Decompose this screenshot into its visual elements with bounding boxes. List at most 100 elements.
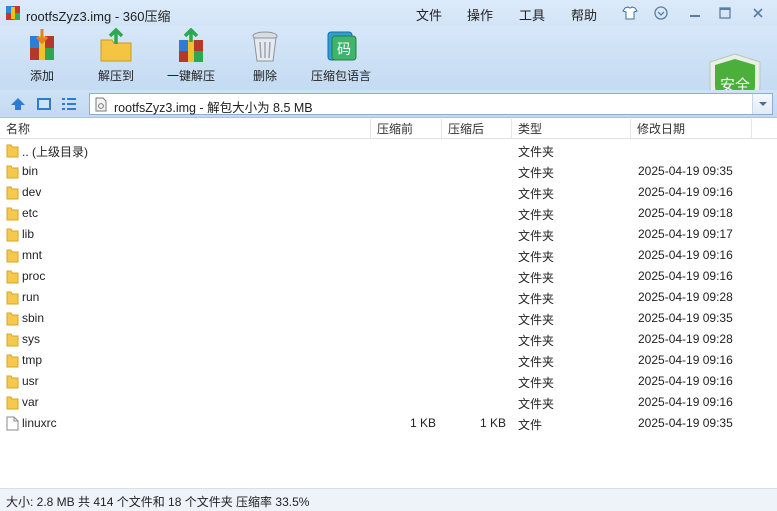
list-view-icon[interactable] bbox=[61, 96, 77, 112]
file-name: run bbox=[22, 290, 40, 304]
file-list: .. (上级目录) 文件夹 bin 文件夹 2025-04-19 09:35 dev 文件夹… bbox=[0, 140, 777, 488]
minimize-icon[interactable] bbox=[686, 4, 704, 22]
file-type: 文件 bbox=[518, 418, 543, 432]
file-name: proc bbox=[22, 269, 46, 283]
file-name: linuxrc bbox=[22, 416, 57, 430]
thumbnail-view-icon[interactable] bbox=[36, 96, 52, 112]
file-size-after: 1 KB bbox=[479, 416, 506, 430]
close-icon[interactable] bbox=[749, 4, 767, 22]
folder-icon bbox=[6, 333, 19, 347]
file-name: usr bbox=[22, 374, 39, 388]
file-modified: 2025-04-19 09:16 bbox=[638, 353, 733, 367]
file-type: 文件夹 bbox=[518, 292, 555, 306]
file-name: dev bbox=[22, 185, 42, 199]
table-row[interactable]: usr 文件夹 2025-04-19 09:16 bbox=[0, 371, 777, 392]
add-label: 添加 bbox=[29, 69, 54, 83]
file-type: 文件夹 bbox=[518, 397, 555, 411]
up-arrow-icon[interactable] bbox=[10, 96, 26, 112]
column-header: 名称 压缩前 压缩后 类型 修改日期 bbox=[0, 119, 777, 139]
one-click-extract-label: 一键解压 bbox=[166, 69, 215, 83]
add-button[interactable]: 添加 bbox=[14, 28, 70, 88]
archive-language-icon: 码 bbox=[327, 31, 357, 61]
table-row[interactable]: linuxrc 1 KB 1 KB 文件 2025-04-19 09:35 bbox=[0, 413, 777, 434]
table-row[interactable]: dev 文件夹 2025-04-19 09:16 bbox=[0, 182, 777, 203]
column-size-before[interactable]: 压缩前 bbox=[371, 119, 442, 139]
file-name: tmp bbox=[22, 353, 43, 367]
extract-to-label: 解压到 bbox=[97, 69, 134, 83]
status-text: 大小: 2.8 MB 共 414 个文件和 18 个文件夹 压缩率 33.5% bbox=[6, 495, 310, 509]
table-row[interactable]: var 文件夹 2025-04-19 09:16 bbox=[0, 392, 777, 413]
column-name[interactable]: 名称 bbox=[0, 119, 371, 139]
archive-file-icon bbox=[95, 97, 107, 112]
table-row[interactable]: bin 文件夹 2025-04-19 09:35 bbox=[0, 161, 777, 182]
file-type: 文件夹 bbox=[518, 334, 555, 348]
window-title: rootfsZyz3.img - 360压缩 bbox=[26, 9, 171, 24]
skin-icon[interactable] bbox=[621, 4, 639, 22]
menu-file[interactable]: 文件 bbox=[416, 5, 442, 24]
table-row[interactable]: mnt 文件夹 2025-04-19 09:16 bbox=[0, 245, 777, 266]
maximize-icon[interactable] bbox=[716, 4, 734, 22]
file-modified: 2025-04-19 09:28 bbox=[638, 290, 733, 304]
column-modified[interactable]: 修改日期 bbox=[631, 119, 752, 139]
toolbar: 添加 解压到 一键解压 删除 码 压缩包语言 安全 bbox=[0, 26, 777, 115]
file-type: 文件夹 bbox=[518, 208, 555, 222]
menu-operations[interactable]: 操作 bbox=[467, 5, 493, 24]
table-row[interactable]: lib 文件夹 2025-04-19 09:17 bbox=[0, 224, 777, 245]
folder-icon bbox=[6, 312, 19, 326]
delete-button[interactable]: 删除 bbox=[240, 28, 290, 88]
file-modified: 2025-04-19 09:28 bbox=[638, 332, 733, 346]
file-type: 文件夹 bbox=[518, 250, 555, 264]
file-modified: 2025-04-19 09:18 bbox=[638, 206, 733, 220]
table-row[interactable]: sys 文件夹 2025-04-19 09:28 bbox=[0, 329, 777, 350]
file-type: 文件夹 bbox=[518, 271, 555, 285]
file-type: 文件夹 bbox=[518, 376, 555, 390]
menu-help[interactable]: 帮助 bbox=[571, 5, 597, 24]
file-name: etc bbox=[22, 206, 39, 220]
menu-tools[interactable]: 工具 bbox=[519, 5, 545, 24]
archive-language-glyph: 码 bbox=[337, 42, 351, 58]
folder-icon bbox=[6, 375, 19, 389]
feedback-icon[interactable] bbox=[652, 4, 670, 22]
file-type: 文件夹 bbox=[518, 229, 555, 243]
column-size-after[interactable]: 压缩后 bbox=[442, 119, 512, 139]
file-modified: 2025-04-19 09:16 bbox=[638, 374, 733, 388]
folder-icon bbox=[6, 249, 19, 263]
file-modified: 2025-04-19 09:35 bbox=[638, 164, 733, 178]
address-dropdown[interactable] bbox=[752, 94, 772, 114]
one-click-extract-icon bbox=[179, 28, 203, 62]
delete-label: 删除 bbox=[252, 69, 277, 83]
file-type: 文件夹 bbox=[518, 145, 555, 159]
folder-icon bbox=[6, 354, 19, 368]
address-text: rootfsZyz3.img - 解包大小为 8.5 MB bbox=[114, 101, 313, 115]
table-row[interactable]: proc 文件夹 2025-04-19 09:16 bbox=[0, 266, 777, 287]
file-type: 文件夹 bbox=[518, 313, 555, 327]
file-modified: 2025-04-19 09:16 bbox=[638, 185, 733, 199]
folder-icon bbox=[6, 396, 19, 410]
table-row[interactable]: sbin 文件夹 2025-04-19 09:35 bbox=[0, 308, 777, 329]
file-modified: 2025-04-19 09:17 bbox=[638, 227, 733, 241]
file-name: lib bbox=[22, 227, 35, 241]
file-icon bbox=[6, 416, 19, 431]
archive-language-button[interactable]: 码 压缩包语言 bbox=[308, 28, 374, 88]
folder-icon bbox=[6, 207, 19, 221]
table-row[interactable]: .. (上级目录) 文件夹 bbox=[0, 140, 777, 161]
column-type[interactable]: 类型 bbox=[512, 119, 631, 139]
table-row[interactable]: tmp 文件夹 2025-04-19 09:16 bbox=[0, 350, 777, 371]
extract-to-button[interactable]: 解压到 bbox=[88, 28, 144, 88]
file-type: 文件夹 bbox=[518, 355, 555, 369]
table-row[interactable]: etc 文件夹 2025-04-19 09:18 bbox=[0, 203, 777, 224]
file-name: sbin bbox=[22, 311, 45, 325]
chevron-down-icon bbox=[759, 102, 767, 106]
table-row[interactable]: run 文件夹 2025-04-19 09:28 bbox=[0, 287, 777, 308]
one-click-extract-button[interactable]: 一键解压 bbox=[160, 28, 222, 88]
file-modified: 2025-04-19 09:35 bbox=[638, 311, 733, 325]
file-name: sys bbox=[22, 332, 40, 346]
address-bar: rootfsZyz3.img - 解包大小为 8.5 MB bbox=[0, 90, 777, 118]
file-modified: 2025-04-19 09:16 bbox=[638, 269, 733, 283]
file-name: bin bbox=[22, 164, 39, 178]
file-type: 文件夹 bbox=[518, 166, 555, 180]
file-name: var bbox=[22, 395, 39, 409]
archive-language-label: 压缩包语言 bbox=[310, 69, 371, 83]
address-box[interactable]: rootfsZyz3.img - 解包大小为 8.5 MB bbox=[89, 93, 773, 115]
status-bar: 大小: 2.8 MB 共 414 个文件和 18 个文件夹 压缩率 33.5% bbox=[0, 488, 777, 511]
